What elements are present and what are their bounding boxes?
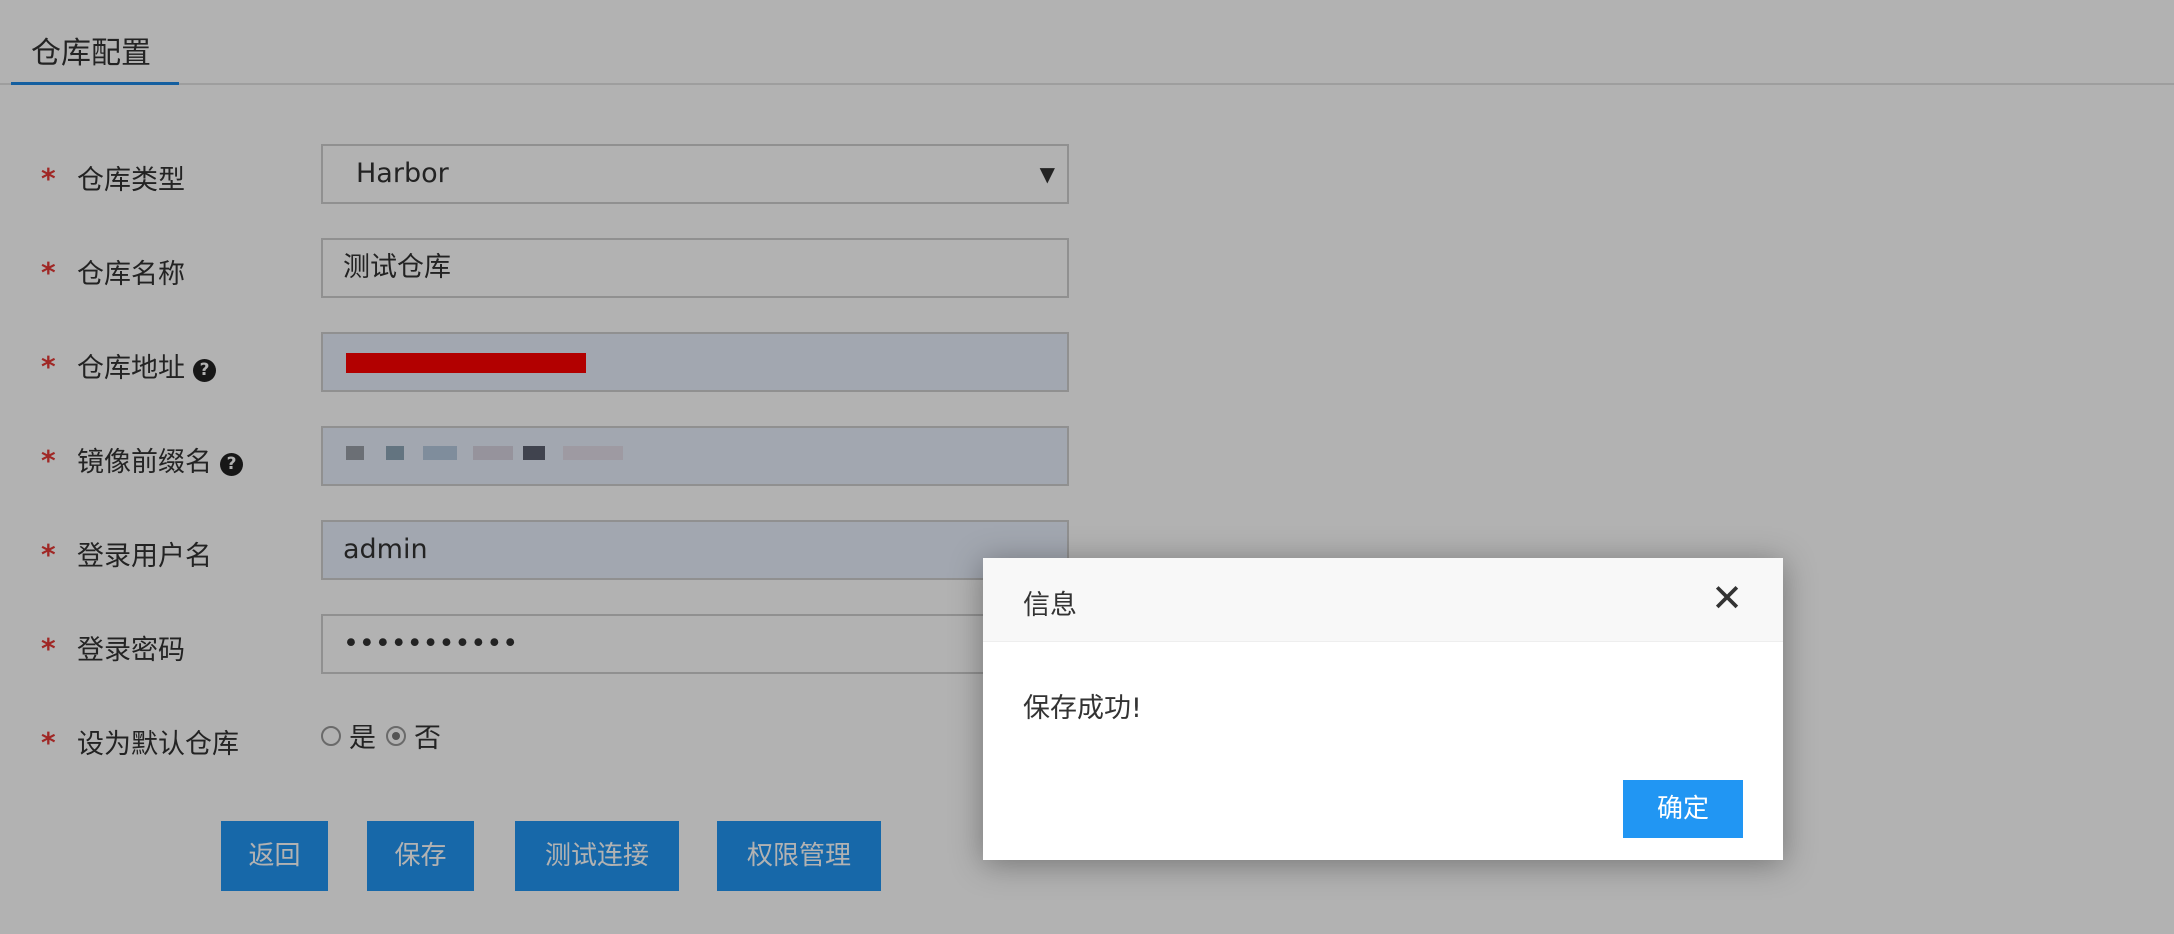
dialog-header: 信息 ✕ xyxy=(983,558,1783,642)
confirm-button[interactable]: 确定 xyxy=(1623,780,1743,838)
dialog-message: 保存成功! xyxy=(1023,693,1142,724)
info-dialog: 信息 ✕ 保存成功! 确定 xyxy=(983,558,1783,860)
dialog-title: 信息 xyxy=(1023,590,1077,621)
close-icon[interactable]: ✕ xyxy=(1711,578,1743,618)
